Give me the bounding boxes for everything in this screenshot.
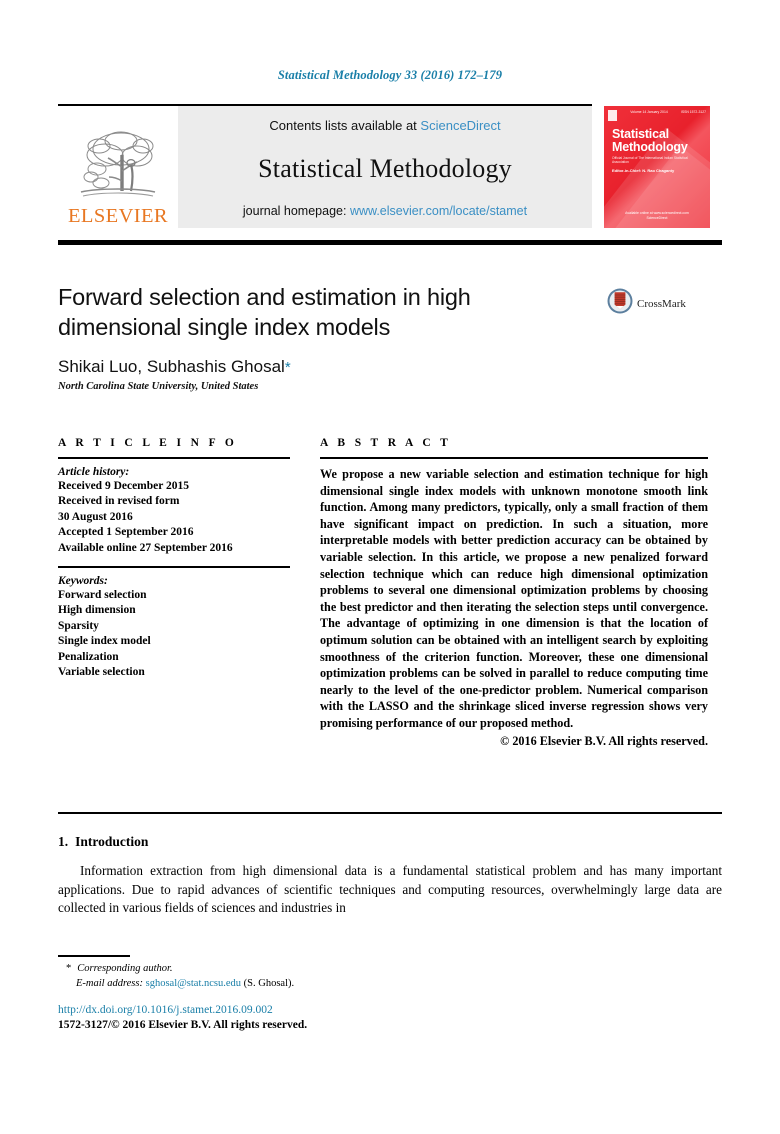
corresponding-author-text: Corresponding author. bbox=[77, 963, 173, 974]
cover-subtitle: Official Journal of The International In… bbox=[612, 156, 688, 165]
doi-link[interactable]: http://dx.doi.org/10.1016/j.stamet.2016.… bbox=[58, 1004, 273, 1016]
history-item: Accepted 1 September 2016 bbox=[58, 526, 194, 539]
cover-issn-line: ISSN 1572-3127 bbox=[680, 110, 706, 114]
publisher-logo-cell: ELSEVIER bbox=[58, 106, 178, 228]
journal-article-page: Statistical Methodology 33 (2016) 172–17… bbox=[0, 0, 780, 1134]
cover-title: Statistical Methodology bbox=[612, 127, 704, 155]
journal-title: Statistical Methodology bbox=[258, 153, 512, 183]
abstract-column: A B S T R A C T We propose a new variabl… bbox=[320, 437, 708, 749]
masthead-contents-cell: Contents lists available at ScienceDirec… bbox=[178, 106, 592, 228]
journal-homepage-line: journal homepage: www.elsevier.com/locat… bbox=[243, 204, 527, 218]
cover-volume-line: Volume 14 January 2014 bbox=[630, 110, 668, 114]
history-item: Received in revised form bbox=[58, 495, 180, 508]
masthead-bottom-rule bbox=[58, 240, 722, 245]
keyword-item: Sparsity bbox=[58, 619, 99, 632]
email-owner: (S. Ghosal). bbox=[243, 978, 295, 989]
keyword-item: Forward selection bbox=[58, 589, 147, 602]
keyword-item: High dimension bbox=[58, 604, 136, 617]
contents-lists-line: Contents lists available at ScienceDirec… bbox=[269, 118, 500, 133]
contents-lists-prefix: Contents lists available at bbox=[269, 118, 417, 133]
cover-editor: Editor-in-Chief: N. Rao Chaganty bbox=[612, 168, 675, 173]
cover-title-line-2: Methodology bbox=[612, 140, 688, 155]
abstract-body: We propose a new variable selection and … bbox=[320, 467, 708, 730]
cover-top-row: Volume 14 January 2014 ISSN 1572-3127 bbox=[608, 110, 706, 121]
homepage-prefix: journal homepage: bbox=[242, 204, 347, 218]
elsevier-tree-logo bbox=[75, 125, 161, 205]
history-item: Received 9 December 2015 bbox=[58, 480, 190, 492]
sciencedirect-link[interactable]: ScienceDirect bbox=[420, 118, 500, 133]
author-affiliation: North Carolina State University, United … bbox=[58, 381, 259, 392]
footnote-asterisk: * bbox=[66, 963, 72, 974]
keyword-item: Penalization bbox=[58, 650, 119, 663]
journal-masthead: ELSEVIER Contents lists available at Sci… bbox=[58, 106, 592, 228]
author-list: Shikai Luo, Subhashis Ghosal* bbox=[58, 357, 598, 377]
corresponding-author-marker: * bbox=[284, 359, 291, 376]
cover-bottom: Available online at www.sciencedirect.co… bbox=[604, 211, 710, 221]
footnote-rule bbox=[58, 955, 130, 957]
author-names: Shikai Luo, Subhashis Ghosal bbox=[58, 357, 285, 376]
keyword-item: Variable selection bbox=[58, 666, 145, 679]
email-label: E-mail address: bbox=[76, 978, 143, 989]
abstract-copyright: © 2016 Elsevier B.V. All rights reserved… bbox=[500, 733, 708, 748]
crossmark-badge[interactable]: CrossMark bbox=[607, 288, 686, 319]
running-head: Statistical Methodology 33 (2016) 172–17… bbox=[277, 68, 503, 82]
section-title: Introduction bbox=[75, 834, 149, 849]
history-item: 30 August 2016 bbox=[58, 510, 133, 523]
cover-bottom-line-2: ScienceDirect bbox=[646, 215, 668, 220]
keywords-rule bbox=[58, 566, 290, 569]
introduction-rule bbox=[58, 812, 722, 814]
article-info-heading: A R T I C L E I N F O bbox=[58, 437, 238, 449]
article-info-rule bbox=[58, 457, 290, 459]
crossmark-icon bbox=[607, 288, 633, 319]
cover-elsevier-mark bbox=[608, 110, 617, 121]
section-number: 1. bbox=[58, 834, 69, 849]
elsevier-wordmark: ELSEVIER bbox=[68, 204, 168, 227]
issn-copyright-line: 1572-3127/© 2016 Elsevier B.V. All right… bbox=[58, 1019, 308, 1031]
email-note: E-mail address: sghosal@stat.ncsu.edu (S… bbox=[76, 978, 294, 989]
introduction-paragraph: Information extraction from high dimensi… bbox=[58, 863, 722, 916]
keywords-label: Keywords: bbox=[58, 575, 108, 588]
journal-homepage-link[interactable]: www.elsevier.com/locate/stamet bbox=[350, 204, 527, 218]
article-info-column: A R T I C L E I N F O Article history: R… bbox=[58, 437, 290, 680]
corresponding-author-note: * Corresponding author. bbox=[66, 963, 173, 974]
keywords-list: Forward selection High dimension Sparsit… bbox=[58, 588, 290, 680]
history-item: Available online 27 September 2016 bbox=[58, 541, 233, 554]
abstract-rule bbox=[320, 457, 708, 459]
crossmark-label: CrossMark bbox=[637, 297, 686, 310]
article-history-list: Received 9 December 2015 Received in rev… bbox=[58, 479, 290, 556]
article-history-label: Article history: bbox=[58, 466, 130, 478]
abstract-heading: A B S T R A C T bbox=[320, 437, 452, 449]
email-link[interactable]: sghosal@stat.ncsu.edu bbox=[146, 978, 241, 989]
keyword-item: Single index model bbox=[58, 635, 151, 648]
introduction-heading: 1. Introduction bbox=[58, 834, 148, 850]
journal-cover-thumbnail[interactable]: Volume 14 January 2014 ISSN 1572-3127 St… bbox=[604, 106, 710, 228]
article-title: Forward selection and estimation in high… bbox=[58, 284, 471, 340]
